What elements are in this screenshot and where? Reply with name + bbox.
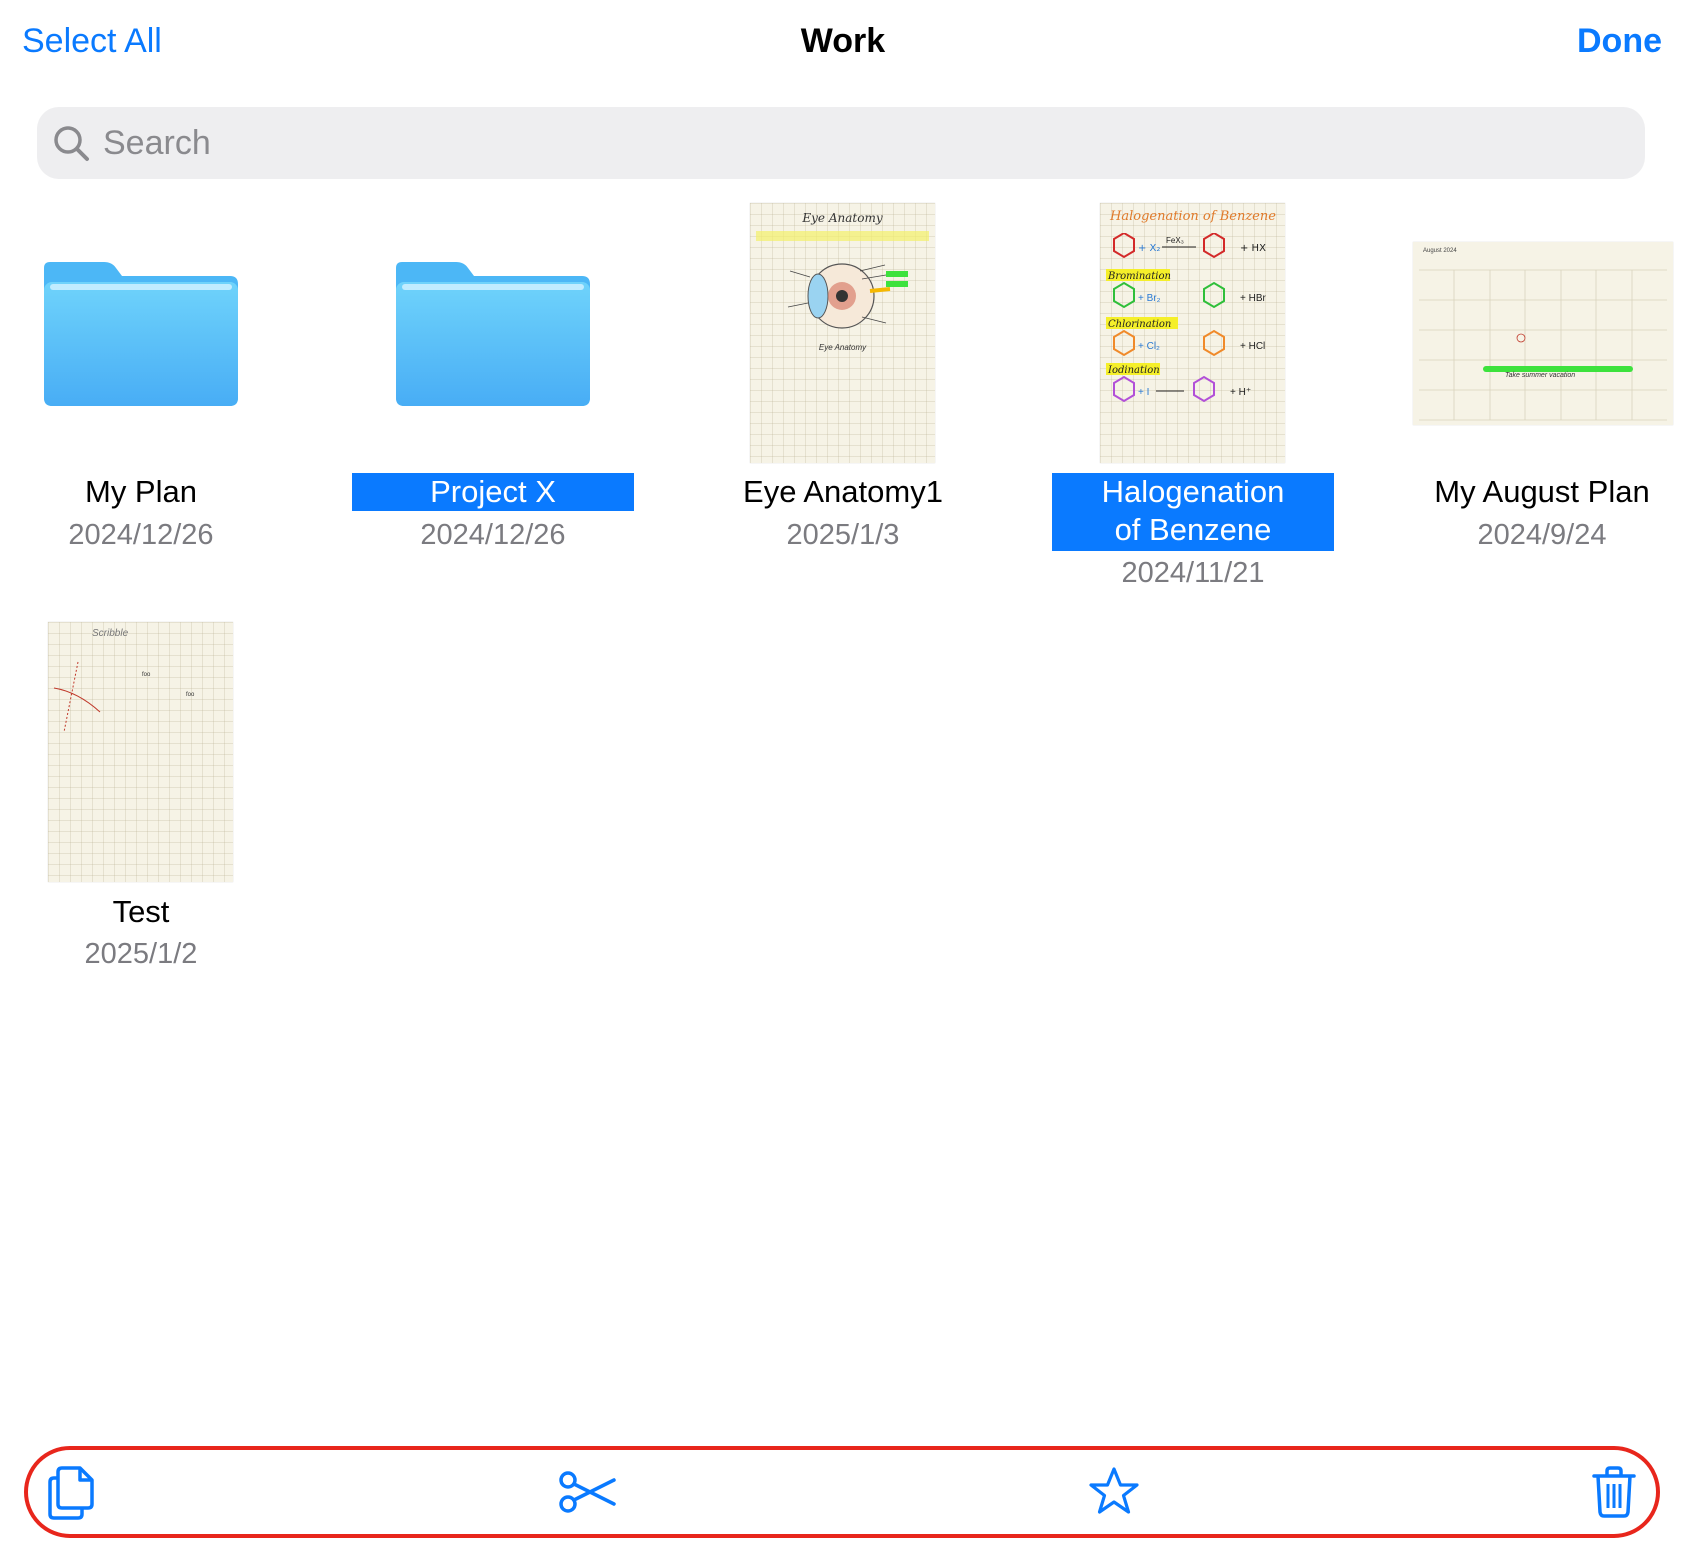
item-name: Halogenation of Benzene (1052, 473, 1334, 551)
svg-text:+ X₂: + X₂ (1138, 243, 1160, 254)
search-input[interactable] (101, 122, 1605, 164)
thumbnail-title: Halogenation of Benzene (1110, 209, 1276, 224)
svg-text:+ H⁺: + H⁺ (1230, 387, 1251, 398)
svg-text:Bromination: Bromination (1107, 271, 1171, 282)
notebook-thumbnail: Scribble foo foo (48, 622, 233, 882)
delete-button[interactable] (1584, 1462, 1644, 1522)
item-name: My Plan (85, 474, 197, 509)
svg-text:+ HX: + HX (1240, 243, 1266, 254)
calendar-grid-icon (1419, 269, 1667, 421)
notebook-thumbnail: Eye Anatomy Eye Anatomy (750, 203, 935, 463)
item-date: 2024/9/24 (1477, 519, 1607, 551)
copy-button[interactable] (44, 1462, 104, 1522)
star-icon (1089, 1467, 1139, 1514)
eye-diagram-icon (787, 263, 908, 329)
thumbnail-caption: Eye Anatomy (818, 343, 867, 352)
item-date: 2024/11/21 (1121, 557, 1265, 589)
thumbnail-title: Eye Anatomy (802, 211, 883, 225)
benzene-reaction-icon: + X₂ FeX₃ + HX Bromination + Br₂ + HBr C… (1106, 233, 1267, 403)
svg-text:foo: foo (186, 692, 195, 698)
cut-button[interactable] (558, 1462, 618, 1522)
svg-text:Chlorination: Chlorination (1108, 319, 1171, 330)
svg-text:+ HBr: + HBr (1240, 293, 1267, 304)
thumbnail-title: August 2024 (1423, 248, 1457, 254)
trash-icon (1592, 1466, 1636, 1518)
svg-text:+ HCl: + HCl (1240, 341, 1265, 352)
item-name: Eye Anatomy1 (743, 474, 943, 509)
search-bar[interactable] (37, 107, 1645, 179)
item-name: Test (112, 894, 170, 929)
cut-icon (559, 1471, 616, 1513)
search-icon (54, 126, 89, 161)
item-name-line1: Halogenation (1101, 474, 1285, 509)
svg-text:+ I: + I (1138, 387, 1149, 398)
folder-icon (396, 262, 590, 406)
item-name-line2: of Benzene (1114, 512, 1272, 547)
file-browser: Select All Work Done My Plan 2024/12/26 (0, 0, 1686, 1541)
scribble-icon: foo foo (53, 661, 195, 733)
bottom-toolbar (24, 1446, 1660, 1538)
favorite-button[interactable] (1084, 1462, 1144, 1522)
item-date: 2025/1/3 (786, 519, 900, 551)
item-date: 2024/12/26 (68, 519, 214, 551)
svg-text:+ Cl₂: + Cl₂ (1138, 341, 1160, 352)
notebook-thumbnail: Halogenation of Benzene + X₂ FeX₃ + HX B… (1100, 203, 1285, 463)
reagent-label: FeX₃ (1166, 236, 1184, 245)
svg-text:+ Br₂: + Br₂ (1138, 293, 1161, 304)
item-name: My August Plan (1434, 474, 1650, 509)
copy-icon (48, 1466, 94, 1520)
folder-icon (44, 262, 238, 406)
item-date: 2024/12/26 (420, 519, 566, 551)
done-button[interactable]: Done (1577, 22, 1662, 61)
item-name: Project X (352, 473, 634, 511)
item-date: 2025/1/2 (84, 938, 198, 970)
thumbnail-note: Take summer vacation (1505, 372, 1576, 379)
notebook-thumbnail: August 2024 Take summer vacation (1413, 242, 1673, 425)
svg-text:Iodination: Iodination (1107, 365, 1160, 376)
page-title: Work (800, 22, 886, 60)
svg-text:foo: foo (142, 672, 151, 678)
